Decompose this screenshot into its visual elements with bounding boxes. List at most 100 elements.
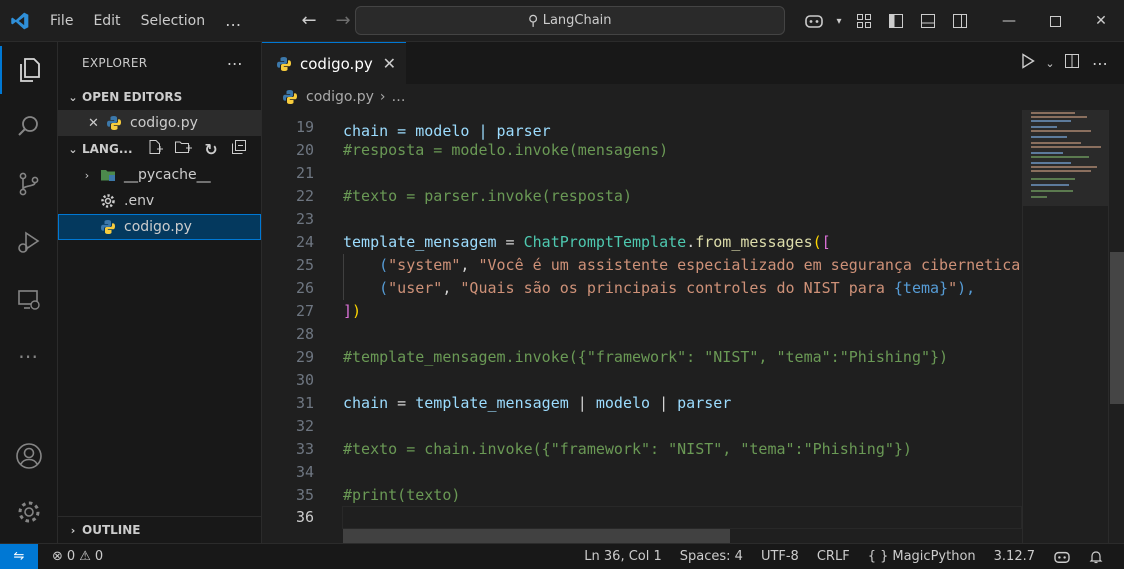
breadcrumb: codigo.py › … [262,84,1124,110]
copilot-dropdown-icon[interactable]: ▾ [830,0,848,42]
encoding[interactable]: UTF-8 [752,549,808,564]
close-icon[interactable]: ✕ [88,116,106,131]
python-version[interactable]: 3.12.7 [985,549,1044,564]
new-folder-icon[interactable] [169,139,197,159]
toggle-panel-icon[interactable] [912,0,944,42]
line-number: 23 [295,210,314,228]
breadcrumb-file[interactable]: codigo.py [306,89,374,105]
end-of-line[interactable]: CRLF [808,549,859,564]
code-line: 24 template_mensagem = ChatPromptTemplate… [262,231,1022,254]
maximize-icon[interactable] [1032,0,1078,42]
line-number: 21 [295,164,314,182]
scrollbar-thumb[interactable] [1110,252,1124,404]
code-token: , [442,279,461,297]
activity-bar: ⋯ [0,42,58,543]
minimap-line [1031,152,1063,154]
code-token: chain [343,394,389,412]
indentation[interactable]: Spaces: 4 [671,549,752,564]
breadcrumb-more[interactable]: … [391,89,405,105]
code-comment: #print(texto) [343,486,461,504]
menu-more-icon[interactable]: … [215,11,252,30]
horizontal-scrollbar[interactable] [343,529,730,543]
back-arrow-icon[interactable]: ← [292,10,326,31]
tree-item-env[interactable]: .env [58,188,261,214]
line-number: 28 [295,325,314,343]
error-count: 0 [66,549,76,564]
minimap-line [1031,178,1075,180]
tree-item-label: codigo.py [124,219,192,235]
split-editor-icon[interactable] [1058,53,1086,73]
close-icon[interactable]: ✕ [383,54,396,73]
collapse-all-icon[interactable] [225,139,253,159]
chevron-down-icon[interactable]: ⌄ [1042,57,1058,70]
line-number: 27 [295,302,314,320]
folder-section[interactable]: ⌄ LANG... ↻ [58,136,261,162]
tree-item-pycache[interactable]: › __pycache__ [58,162,261,188]
cursor-position[interactable]: Ln 36, Col 1 [575,549,670,564]
remote-indicator-icon[interactable]: ⇋ [0,544,38,569]
code-token: "Você é um assistente especializado em s… [478,256,1021,274]
line-number: 22 [295,187,314,205]
line-number: 34 [295,463,314,481]
minimap-line [1031,126,1057,128]
title-bar: File Edit Selection … ← → ⚲ LangChain ▾ … [0,0,1124,42]
pycache-folder-icon [101,170,115,181]
minimap-line [1031,130,1091,132]
vertical-scrollbar[interactable] [1108,110,1124,543]
settings-gear-icon[interactable] [0,488,58,536]
run-icon[interactable] [1014,53,1042,73]
minimap-line [1031,190,1073,192]
new-file-icon[interactable] [141,139,169,159]
refresh-icon[interactable]: ↻ [197,140,225,159]
code-line: 29 #template_mensagem.invoke({"framework"… [262,346,1022,369]
code-token: ( [379,279,389,297]
remote-explorer-icon[interactable] [0,276,58,324]
copilot-icon[interactable] [798,0,830,42]
code-line: 35 #print(texto) [262,484,1022,507]
minimap-line [1031,162,1071,164]
chevron-down-icon: ⌄ [68,90,78,104]
toggle-primary-sidebar-icon[interactable] [880,0,912,42]
editor-more-icon[interactable]: ⋯ [1086,54,1114,73]
problems-indicator[interactable]: ⊗ 0 ⚠ 0 [52,544,103,569]
tree-item-codigo[interactable]: codigo.py [58,214,261,240]
more-views-icon[interactable]: ⋯ [0,332,58,380]
toggle-secondary-sidebar-icon[interactable] [944,0,976,42]
explorer-icon[interactable] [0,46,58,94]
line-number: 31 [295,394,314,412]
menu-file[interactable]: File [40,0,83,42]
line-number: 26 [295,279,314,297]
command-center[interactable]: ⚲ LangChain [355,6,785,35]
explorer-more-icon[interactable]: ⋯ [227,54,243,73]
customize-layout-icon[interactable] [848,0,880,42]
menu-selection[interactable]: Selection [131,0,216,42]
run-debug-icon[interactable] [0,218,58,266]
minimap-line [1031,142,1081,144]
minimize-icon[interactable]: — [986,0,1032,42]
code-line: 19 [262,116,1022,139]
source-control-icon[interactable] [0,160,58,208]
vscode-logo-icon [0,0,40,42]
account-icon[interactable] [0,432,58,480]
tab-codigo[interactable]: codigo.py ✕ [262,42,406,84]
outline-section[interactable]: › OUTLINE [58,516,262,543]
open-editor-item[interactable]: ✕ codigo.py [58,110,261,136]
code-editor[interactable]: chain = modelo | parser 19 20 #resposta =… [262,84,1022,543]
code-token: | [568,394,596,412]
open-editors-section[interactable]: ⌄ OPEN EDITORS [58,84,261,110]
language-label: MagicPython [892,549,976,564]
menu-edit[interactable]: Edit [83,0,130,42]
search-icon[interactable] [0,102,58,150]
close-window-icon[interactable]: ✕ [1078,0,1124,42]
chevron-right-icon: › [70,523,76,537]
line-number: 25 [295,256,314,274]
copilot-status-icon[interactable] [1044,550,1080,564]
language-mode[interactable]: { } MagicPython [859,549,985,564]
code-line: 31 chain = template_mensagem | modelo | p… [262,392,1022,415]
minimap[interactable] [1022,84,1109,543]
command-center-label: LangChain [542,13,612,28]
minimap-line [1031,146,1101,148]
notifications-bell-icon[interactable] [1080,550,1112,564]
line-number: 33 [295,440,314,458]
